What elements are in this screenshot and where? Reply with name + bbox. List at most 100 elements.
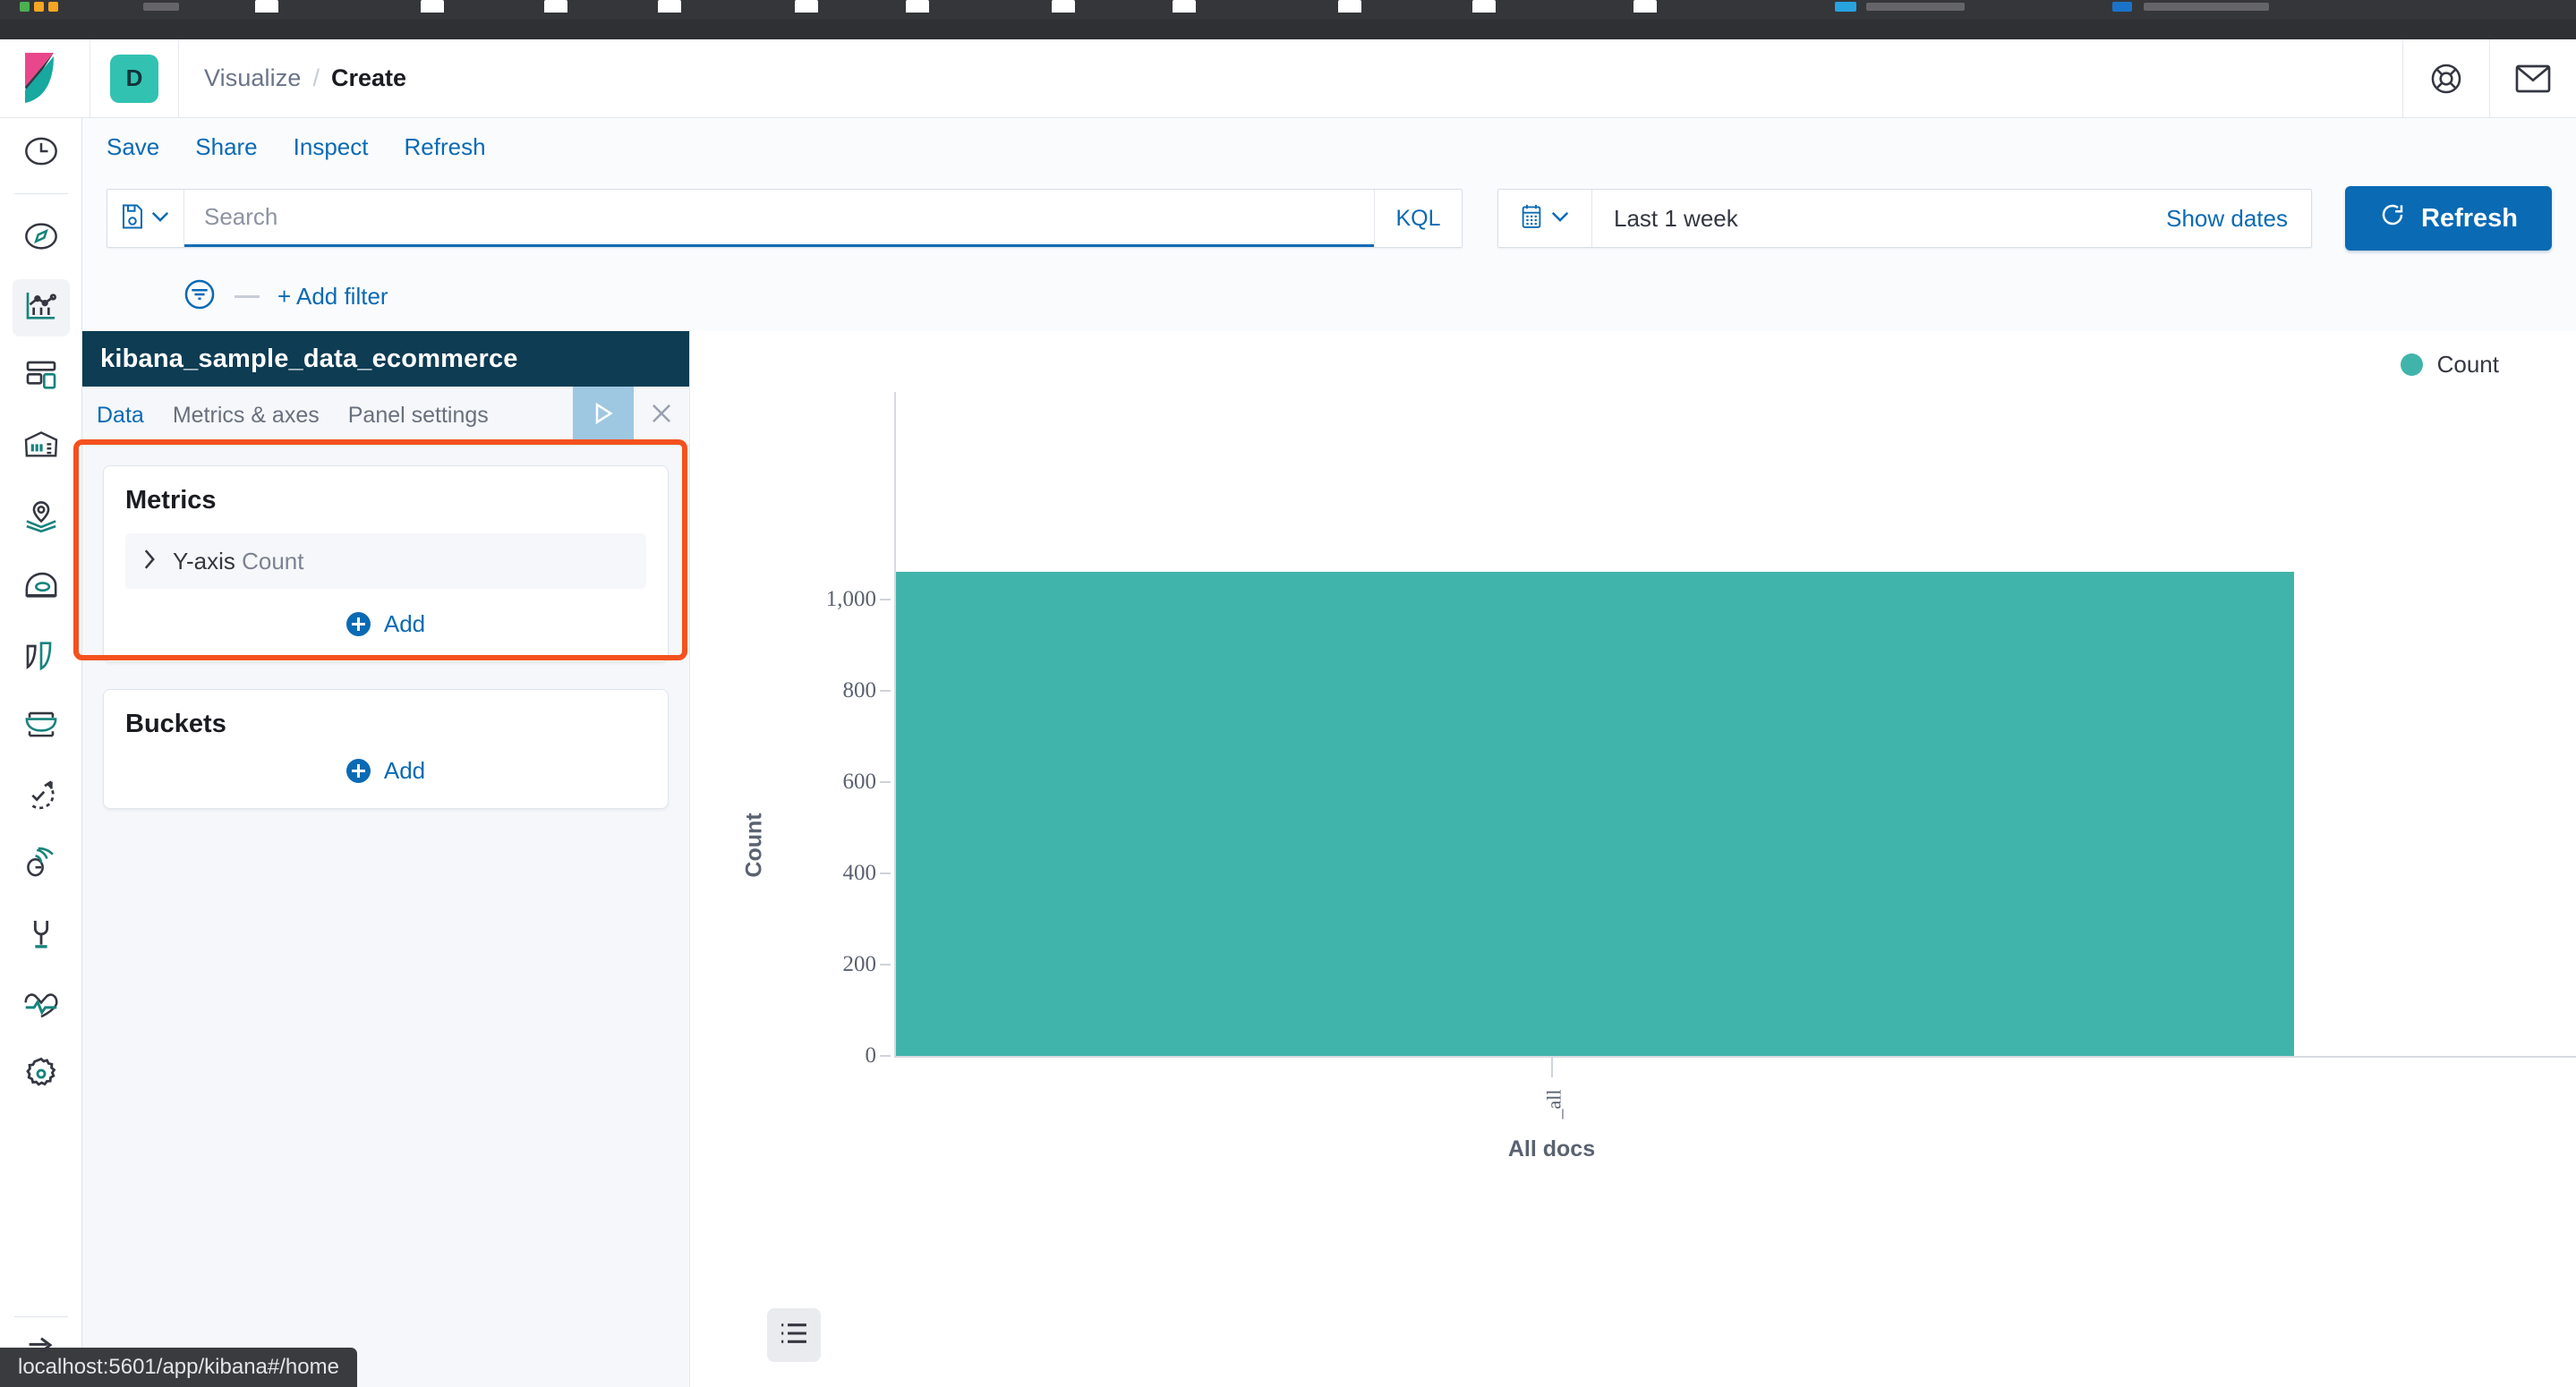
browser-tab[interactable] — [143, 3, 179, 11]
add-filter-button[interactable]: + Add filter — [277, 283, 388, 311]
header-actions — [2402, 39, 2576, 118]
app-space-badge[interactable]: D — [110, 55, 158, 103]
metric-row-y-axis[interactable]: Y-axis Count — [125, 533, 646, 589]
tab-panel-settings[interactable]: Panel settings — [334, 387, 503, 445]
breadcrumb-separator: / — [312, 64, 320, 92]
tab-metrics-and-axes[interactable]: Metrics & axes — [158, 387, 334, 445]
tab-favicon — [34, 2, 44, 12]
browser-tab[interactable] — [544, 0, 567, 13]
refresh-menu-button[interactable]: Refresh — [404, 133, 485, 161]
y-tick-mark — [880, 1055, 891, 1057]
buckets-add-button[interactable]: Add — [125, 757, 646, 785]
sidebar-item-infrastructure[interactable] — [0, 622, 82, 692]
chevron-right-icon[interactable] — [141, 547, 158, 576]
filter-settings-icon[interactable] — [183, 277, 217, 316]
plus-circle-icon — [346, 612, 371, 636]
dashboard-icon — [23, 358, 59, 398]
x-axis-line — [894, 1056, 2576, 1058]
visualization-area: Count Count 0 200 400 600 800 1,000 _all — [690, 331, 2576, 1387]
x-tick-mark — [1551, 1058, 1553, 1077]
x-tick-label-wrap: _all — [1523, 1077, 1585, 1131]
buckets-add-label: Add — [384, 757, 425, 785]
breadcrumb-visualize[interactable]: Visualize — [204, 64, 301, 92]
search-bar: KQL — [107, 189, 1463, 248]
sidebar-item-dashboard[interactable] — [0, 343, 82, 413]
lifebuoy-icon[interactable] — [2403, 39, 2489, 118]
play-icon — [592, 401, 615, 430]
time-range-value[interactable]: Last 1 week — [1592, 205, 1738, 233]
arrow-collapse-icon — [23, 1335, 59, 1370]
browser-tab[interactable] — [906, 0, 929, 13]
maps-icon — [22, 498, 60, 538]
y-tick-mark — [880, 690, 891, 692]
bar-chart: Count 0 200 400 600 800 1,000 _all All d… — [690, 331, 2576, 1387]
sidebar-item-visualize[interactable] — [0, 273, 82, 343]
breadcrumb-create: Create — [331, 64, 406, 92]
browser-tab[interactable] — [1338, 0, 1361, 13]
inspect-button[interactable]: Inspect — [294, 133, 369, 161]
sidebar-item-dev-tools[interactable] — [0, 901, 82, 971]
browser-tab[interactable] — [421, 0, 444, 13]
sidebar-item-apm[interactable] — [0, 762, 82, 831]
logs-icon — [22, 708, 60, 746]
buckets-title: Buckets — [125, 710, 646, 739]
tab-favicon — [48, 2, 58, 12]
refresh-button-label: Refresh — [2421, 204, 2518, 234]
metrics-add-button[interactable]: Add — [125, 610, 646, 638]
buckets-card: Buckets Add — [103, 689, 669, 809]
visualize-icon — [23, 288, 59, 328]
y-tick-mark — [880, 781, 891, 783]
nav-divider — [14, 193, 68, 194]
sidebar-item-machine-learning[interactable] — [0, 552, 82, 622]
plus-circle-icon — [346, 759, 371, 783]
search-input[interactable] — [184, 190, 1374, 247]
sidebar-item-logs[interactable] — [0, 692, 82, 762]
primary-nav — [0, 118, 82, 1387]
browser-tab[interactable] — [795, 0, 818, 13]
sidebar-item-canvas[interactable] — [0, 413, 82, 482]
sidebar-item-monitoring[interactable] — [0, 971, 82, 1041]
sidebar-item-management[interactable] — [0, 1041, 82, 1110]
share-button[interactable]: Share — [195, 133, 257, 161]
browser-tab[interactable] — [658, 0, 681, 13]
browser-tab[interactable] — [1052, 0, 1075, 13]
legend-toggle-button[interactable] — [767, 1308, 821, 1362]
y-tick-label: 0 — [866, 1043, 877, 1068]
metrics-card: Metrics Y-axis Count Add — [103, 465, 669, 662]
metrics-title: Metrics — [125, 486, 646, 515]
apply-changes-button[interactable] — [573, 387, 634, 445]
saved-query-button[interactable] — [107, 190, 184, 247]
sidebar-item-maps[interactable] — [0, 482, 82, 552]
browser-tab[interactable] — [1633, 0, 1657, 13]
wrench-icon — [23, 916, 59, 957]
bar-segment-count[interactable] — [896, 572, 2294, 1056]
sidebar-item-uptime[interactable] — [0, 831, 82, 901]
ml-icon — [22, 567, 60, 608]
save-button[interactable]: Save — [107, 133, 159, 161]
mail-icon[interactable] — [2490, 39, 2576, 118]
date-quick-select-button[interactable] — [1498, 190, 1592, 247]
sidebar-item-discover[interactable] — [0, 203, 82, 273]
filter-bar: + Add filter — [82, 261, 2576, 331]
sidebar-item-recently-viewed[interactable] — [0, 118, 82, 188]
index-pattern-title: kibana_sample_data_ecommerce — [82, 331, 689, 387]
agg-groups: Metrics Y-axis Count Add Buckets Add — [82, 446, 689, 809]
y-tick-label: 200 — [843, 952, 877, 977]
browser-tab[interactable] — [1472, 0, 1496, 13]
y-tick-mark — [880, 599, 891, 600]
browser-tab[interactable] — [255, 0, 278, 13]
discard-changes-button[interactable] — [634, 387, 689, 445]
browser-tab-strip — [0, 0, 2576, 20]
apm-icon — [22, 777, 60, 817]
app-header: D Visualize / Create — [0, 39, 2576, 118]
compass-icon — [23, 218, 59, 259]
tab-favicon — [20, 2, 30, 12]
kibana-logo-icon[interactable] — [0, 39, 90, 118]
close-icon — [650, 402, 673, 430]
query-language-button[interactable]: KQL — [1374, 190, 1462, 247]
vis-editor-panel: kibana_sample_data_ecommerce Data Metric… — [82, 331, 690, 1387]
show-dates-button[interactable]: Show dates — [2166, 205, 2288, 233]
browser-tab[interactable] — [1173, 0, 1196, 13]
tab-data[interactable]: Data — [82, 387, 158, 445]
refresh-button[interactable]: Refresh — [2345, 186, 2552, 251]
